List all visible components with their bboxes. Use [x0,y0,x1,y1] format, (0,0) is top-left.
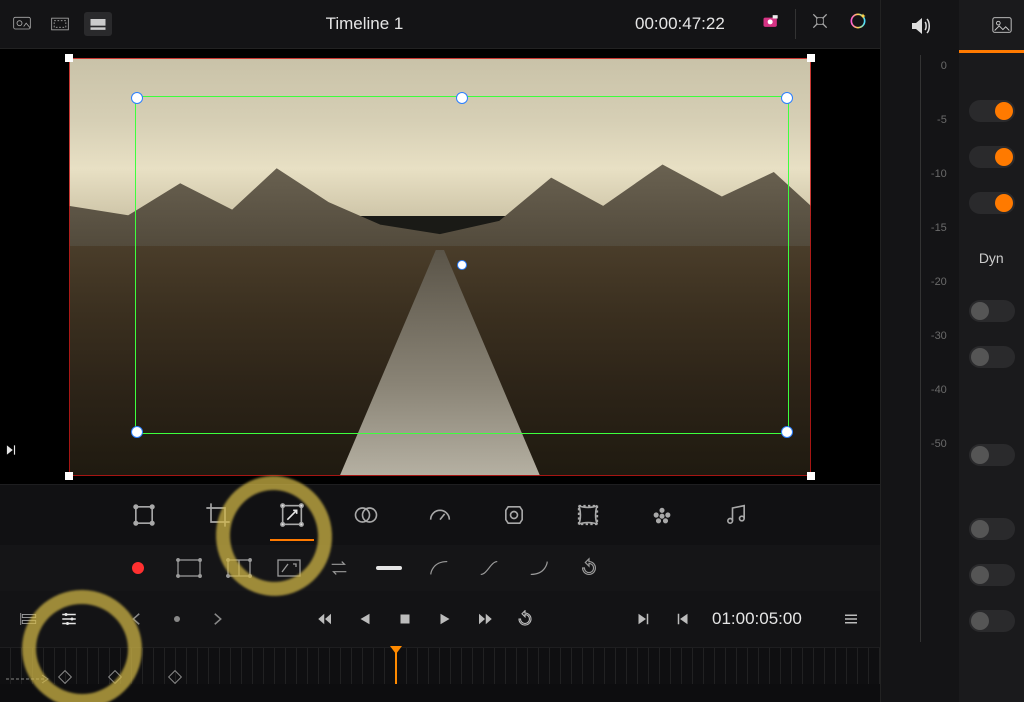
loop-icon[interactable] [514,608,536,630]
first-frame-icon[interactable] [314,608,336,630]
panel-toggle[interactable] [969,444,1015,466]
panel-toggle[interactable] [969,518,1015,540]
frame-handle-br[interactable] [807,472,815,480]
meter-scale-labels: 0 -5 -10 -15 -20 -30 -40 -50 [931,60,947,450]
frame-handle-bl[interactable] [65,472,73,480]
ruler-ticks [0,648,880,684]
dynamic-zoom-tool-icon[interactable] [276,499,308,531]
color-magic-icon[interactable] [844,9,872,33]
next-nav-icon[interactable] [206,608,228,630]
playhead[interactable] [395,648,397,684]
ease-curve-icon[interactable] [474,556,504,580]
reset-icon[interactable] [574,556,604,580]
keyframe-box2-icon[interactable] [224,556,254,580]
transport-bar: 01:00:05:00 [0,591,880,647]
panel-section-label: Dyn [979,250,1004,266]
prev-nav-icon[interactable] [126,608,148,630]
panel-toggle[interactable] [969,564,1015,586]
panel-toggle[interactable] [969,100,1015,122]
camera-grab-icon[interactable] [757,9,785,33]
track-header-icon[interactable] [6,672,50,684]
meter-tick: -40 [931,384,947,396]
speaker-icon[interactable] [907,14,933,43]
viewer-top-toolbar: Timeline 1 00:00:47:22 [0,0,880,49]
panel-toggle[interactable] [969,346,1015,368]
viewer-timecode[interactable]: 00:00:47:22 [635,14,725,34]
timeline-view-icon[interactable] [18,608,40,630]
speed-tool-icon[interactable] [424,499,456,531]
mark-in-icon[interactable] [632,608,654,630]
stabilization-tool-icon[interactable] [498,499,530,531]
inspector-tool-row [0,484,880,545]
timeline-title[interactable]: Timeline 1 [126,14,603,34]
toolbar-divider [795,9,796,39]
crop-tool-icon[interactable] [202,499,234,531]
meter-tick: -50 [931,438,947,450]
step-forward-icon[interactable] [4,443,18,462]
transform-tool-icon[interactable] [128,499,160,531]
frame-handle-tr[interactable] [807,54,815,62]
color-tool-icon[interactable] [646,499,678,531]
audio-meter-panel: 0 -5 -10 -15 -20 -30 -40 -50 [880,0,959,702]
meter-tick: -5 [931,114,947,126]
inspector-image-icon[interactable] [989,14,1015,41]
keyframe-box1-icon[interactable] [174,556,204,580]
meter-tick: -15 [931,222,947,234]
marker-dot-icon[interactable] [166,608,188,630]
linear-curve-icon[interactable] [374,556,404,580]
viewer-canvas[interactable] [69,58,811,476]
panel-toggle[interactable] [969,610,1015,632]
image-adjust-icon[interactable] [8,12,36,36]
panel-toggle[interactable] [969,146,1015,168]
transport-menu-icon[interactable] [840,608,862,630]
composite-tool-icon[interactable] [350,499,382,531]
swap-icon[interactable] [324,556,354,580]
record-keyframe-icon[interactable] [132,562,144,574]
audio-tool-icon[interactable] [720,499,752,531]
meter-tick: -20 [931,276,947,288]
crop-auto-icon[interactable] [806,9,834,33]
viewer-area [0,49,880,484]
ease-out-curve-icon[interactable] [424,556,454,580]
stop-icon[interactable] [394,608,416,630]
preview-image [69,58,811,476]
keyframe-sub-row [0,545,880,591]
inspector-tab-underline [959,50,1024,53]
safe-area-icon[interactable] [46,12,74,36]
keyframe-box3-icon[interactable] [274,556,304,580]
meter-scale-line [920,55,921,642]
frame-handle-tl[interactable] [65,54,73,62]
play-reverse-icon[interactable] [354,608,376,630]
meter-tick: -10 [931,168,947,180]
ease-in-curve-icon[interactable] [524,556,554,580]
timeline-ruler[interactable] [0,647,880,684]
transport-timecode[interactable]: 01:00:05:00 [712,609,802,629]
inspector-side-panel: Dyn [959,0,1024,702]
panel-toggle[interactable] [969,300,1015,322]
meter-tick: -30 [931,330,947,342]
panel-toggle[interactable] [969,192,1015,214]
meter-tick: 0 [931,60,947,72]
play-icon[interactable] [434,608,456,630]
lens-correction-tool-icon[interactable] [572,499,604,531]
last-frame-icon[interactable] [474,608,496,630]
mark-out-icon[interactable] [672,608,694,630]
settings-sliders-icon[interactable] [58,608,80,630]
layout-icon[interactable] [84,12,112,36]
